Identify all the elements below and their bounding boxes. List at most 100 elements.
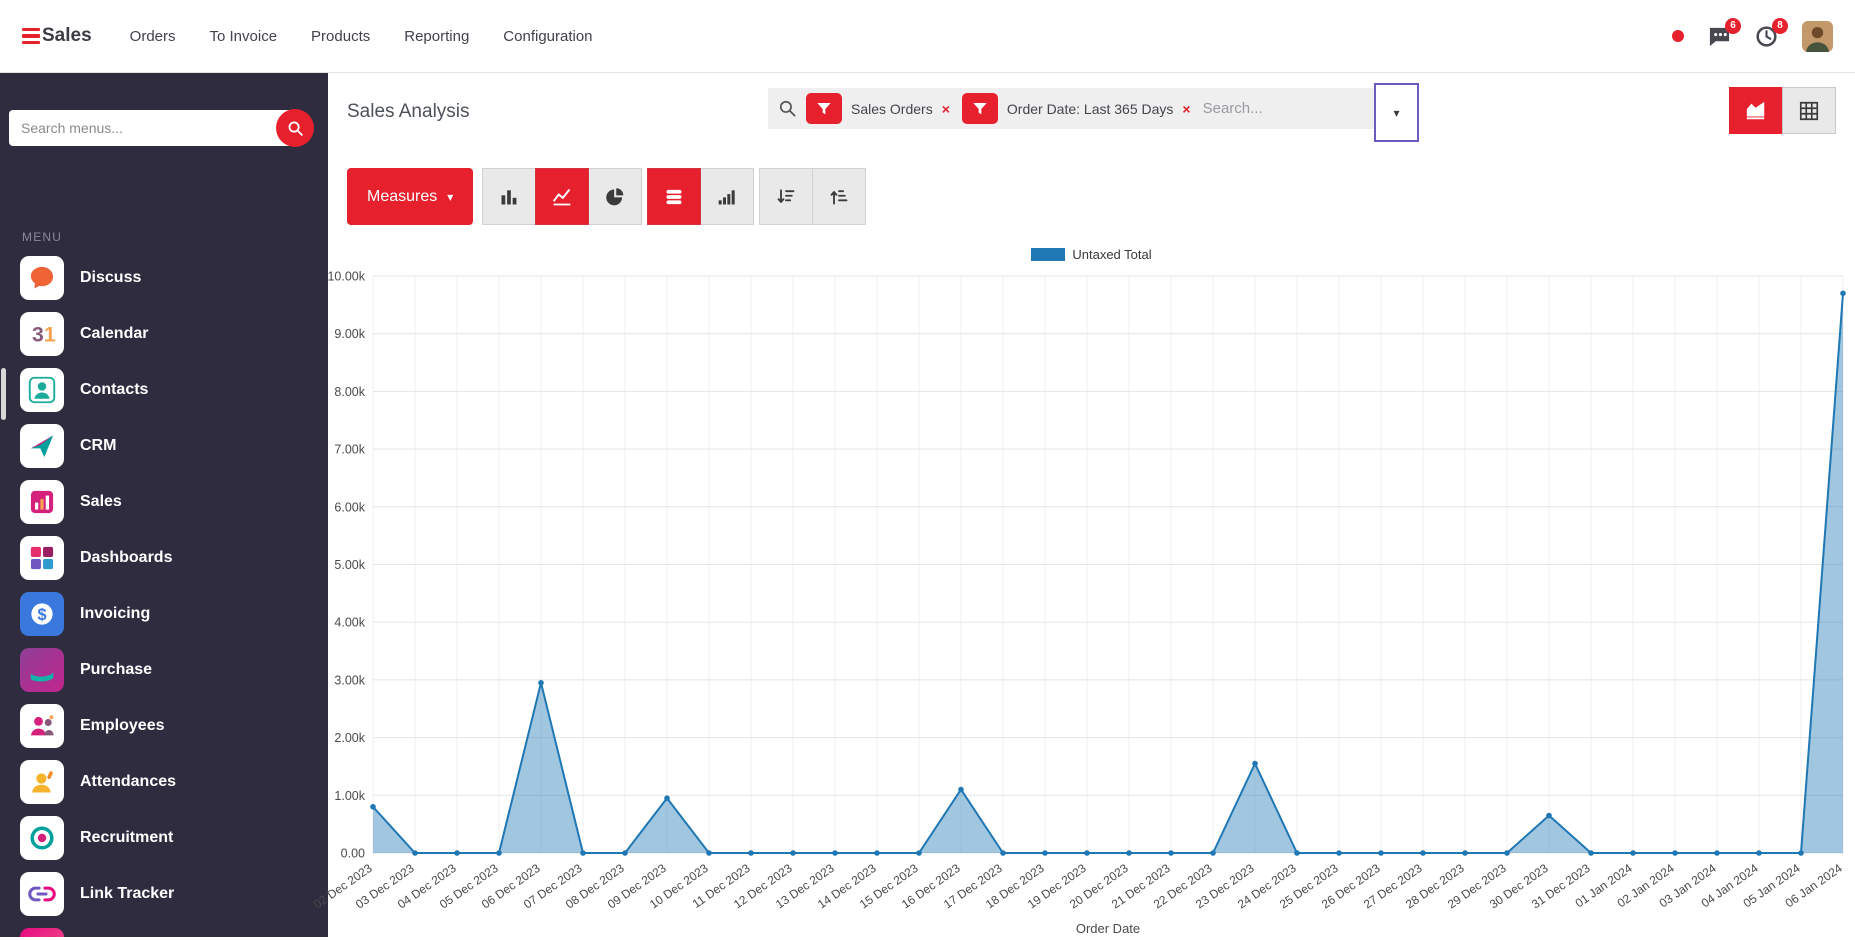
menu-reporting[interactable]: Reporting — [404, 28, 469, 45]
data-point[interactable] — [496, 850, 502, 856]
sidebar-item-attendances[interactable]: Attendances — [0, 754, 328, 810]
data-point[interactable] — [1756, 850, 1762, 856]
data-point[interactable] — [1714, 850, 1720, 856]
sidebar-item-link-tracker[interactable]: Link Tracker — [0, 866, 328, 922]
page-title: Sales Analysis — [347, 101, 470, 122]
facet-remove-button[interactable]: × — [942, 102, 950, 116]
search-area: Sales Orders × Order Date: Last 365 Days… — [768, 83, 1419, 142]
data-point[interactable] — [1042, 850, 1048, 856]
data-point[interactable] — [454, 850, 460, 856]
data-point[interactable] — [1126, 850, 1132, 856]
data-point[interactable] — [1294, 850, 1300, 856]
sidebar-item-purchase[interactable]: Purchase — [0, 642, 328, 698]
menu-products[interactable]: Products — [311, 28, 370, 45]
data-point[interactable] — [1630, 850, 1636, 856]
menu-configuration[interactable]: Configuration — [503, 28, 592, 45]
sidebar-item-contacts[interactable]: Contacts — [0, 362, 328, 418]
sidebar-scrollbar[interactable] — [1, 368, 6, 420]
link-tracker-icon — [20, 872, 64, 916]
search-bar[interactable]: Sales Orders × Order Date: Last 365 Days… — [768, 88, 1374, 129]
sidebar-search-input[interactable] — [9, 110, 296, 146]
y-tick-label: 8.00k — [334, 385, 365, 399]
bar-chart-button[interactable] — [482, 168, 537, 225]
data-point[interactable] — [832, 850, 838, 856]
data-point[interactable] — [1210, 850, 1216, 856]
y-tick-label: 10.00k — [327, 270, 365, 284]
search-options-toggle[interactable]: ▾ — [1374, 83, 1419, 142]
sort-ascending-button[interactable] — [812, 168, 867, 225]
apps-menu-icon[interactable] — [22, 27, 40, 45]
data-point[interactable] — [664, 795, 670, 801]
data-point[interactable] — [622, 850, 628, 856]
cumulative-toggle-button[interactable] — [700, 168, 755, 225]
data-point[interactable] — [1168, 850, 1174, 856]
search-facet-sales-orders[interactable]: Sales Orders × — [806, 93, 950, 124]
sidebar-item-partial[interactable] — [0, 922, 328, 937]
sort-descending-button[interactable] — [759, 168, 814, 225]
data-point[interactable] — [370, 804, 376, 810]
data-point[interactable] — [874, 850, 880, 856]
data-point[interactable] — [1546, 812, 1552, 819]
data-point[interactable] — [580, 850, 586, 856]
search-facet-order-date[interactable]: Order Date: Last 365 Days × — [961, 93, 1191, 124]
data-point[interactable] — [412, 850, 418, 856]
sidebar-item-calendar[interactable]: 31 Calendar — [0, 306, 328, 362]
graph-view-button[interactable] — [1729, 87, 1783, 134]
sidebar-item-discuss[interactable]: Discuss — [0, 250, 328, 306]
sales-analysis-chart[interactable]: 0.00 1.00k 2.00k 3.00k 4.00k 5.00k 6.00k 7.00k 8… — [311, 270, 1855, 940]
menu-to-invoice[interactable]: To Invoice — [210, 28, 278, 45]
sidebar-item-crm[interactable]: CRM — [0, 418, 328, 474]
pie-chart-icon — [606, 187, 624, 205]
data-point[interactable] — [958, 786, 964, 793]
data-point[interactable] — [1420, 850, 1426, 856]
data-point[interactable] — [1462, 850, 1468, 856]
y-tick-label: 1.00k — [334, 789, 365, 803]
data-point[interactable] — [790, 850, 796, 856]
pie-chart-button[interactable] — [588, 168, 643, 225]
data-point[interactable] — [1672, 850, 1678, 856]
sidebar-item-label: Calendar — [80, 325, 149, 342]
data-point[interactable] — [1252, 760, 1258, 767]
data-point[interactable] — [1588, 850, 1594, 856]
sidebar-search-button[interactable] — [276, 109, 314, 147]
sidebar-item-employees[interactable]: Employees — [0, 698, 328, 754]
sidebar-item-label: Discuss — [80, 269, 142, 286]
app-name[interactable]: Sales — [42, 25, 92, 47]
search-input[interactable] — [1202, 100, 1364, 117]
sidebar-item-label: Recruitment — [80, 829, 174, 846]
sidebar-item-sales[interactable]: Sales — [0, 474, 328, 530]
data-point[interactable] — [916, 850, 922, 856]
data-point[interactable] — [1000, 850, 1006, 856]
measures-button[interactable]: Measures ▾ — [347, 168, 474, 225]
data-point[interactable] — [706, 850, 712, 856]
topbar: Sales Orders To Invoice Products Reporti… — [0, 0, 1855, 73]
view-switcher — [1729, 87, 1836, 134]
data-point[interactable] — [748, 850, 754, 856]
data-point[interactable] — [1504, 850, 1510, 856]
menu-orders[interactable]: Orders — [130, 28, 176, 45]
calendar-icon: 31 — [20, 312, 64, 356]
data-point[interactable] — [1084, 850, 1090, 856]
stacked-toggle-button[interactable] — [647, 168, 702, 225]
pivot-view-button[interactable] — [1782, 87, 1836, 134]
line-chart-button[interactable] — [535, 168, 590, 225]
legend-swatch — [1031, 248, 1066, 261]
y-tick-label: 6.00k — [334, 500, 365, 514]
data-point[interactable] — [1336, 850, 1342, 856]
avatar[interactable] — [1802, 20, 1833, 52]
measures-label: Measures — [367, 187, 438, 205]
apps-sidebar: MENU Discuss 31 Calendar Contacts CRM Sa… — [0, 73, 328, 937]
recruitment-icon — [20, 816, 64, 860]
messages-icon[interactable]: 6 — [1708, 17, 1741, 48]
activities-icon[interactable]: 8 — [1755, 17, 1788, 48]
sidebar-item-invoicing[interactable]: $ Invoicing — [0, 586, 328, 642]
line-chart-icon — [553, 188, 571, 205]
data-point[interactable] — [1378, 850, 1384, 856]
data-point[interactable] — [1840, 290, 1846, 297]
facet-remove-button[interactable]: × — [1182, 102, 1190, 116]
data-point[interactable] — [1798, 850, 1804, 856]
sidebar-item-recruitment[interactable]: Recruitment — [0, 810, 328, 866]
sidebar-section-label: MENU — [22, 230, 63, 244]
data-point[interactable] — [538, 680, 544, 686]
sidebar-item-dashboards[interactable]: Dashboards — [0, 530, 328, 586]
